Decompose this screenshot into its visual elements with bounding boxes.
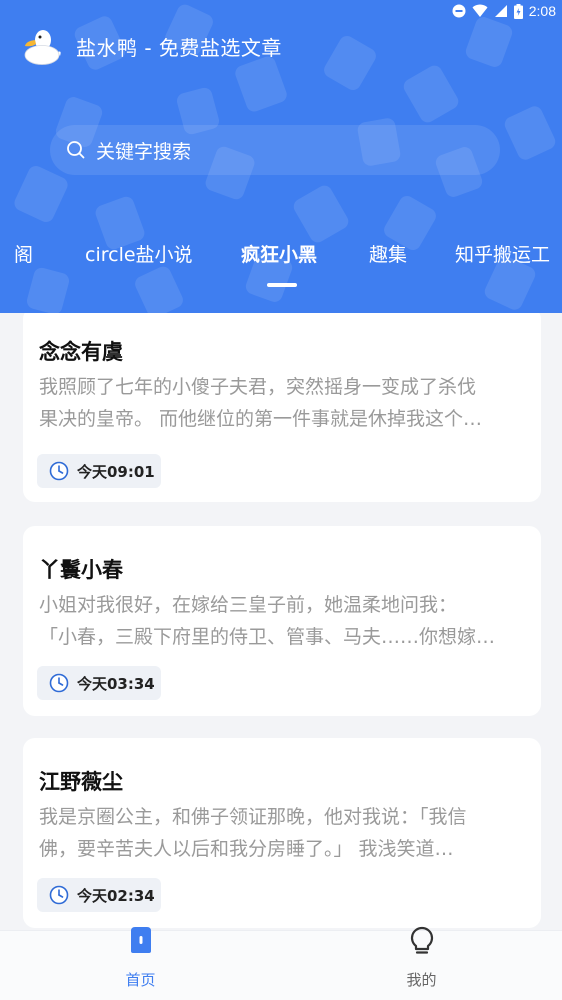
article-card[interactable]: 丫鬟小春 小姐对我很好，在嫁给三皇子前，她温柔地问我： 「小春，三殿下府里的侍卫… — [23, 526, 541, 716]
search-icon — [67, 141, 85, 159]
article-excerpt-line: 「小春，三殿下府里的侍卫、管事、马夫……你想嫁… — [39, 626, 496, 648]
status-bar: 2:08 — [0, 0, 562, 26]
lightbulb-icon — [410, 926, 433, 954]
time-badge: 今天09:01 — [37, 454, 161, 488]
article-excerpt-line: 我是京圈公主，和佛子领证那晚，他对我说：「我信 — [39, 806, 467, 828]
article-title: 念念有虞 — [39, 340, 123, 364]
wifi-icon — [472, 4, 488, 17]
time-text: 今天03:34 — [77, 674, 155, 693]
time-text: 今天09:01 — [77, 462, 155, 481]
tab-partial-first[interactable]: 阁 — [14, 240, 33, 267]
status-time: 2:08 — [528, 3, 556, 19]
article-excerpt-line: 小姐对我很好，在嫁给三皇子前，她温柔地问我： — [39, 594, 458, 616]
article-card[interactable]: 念念有虞 我照顾了七年的小傻子夫君，突然摇身一变成了杀伐 果决的皇帝。 而他继位… — [23, 313, 541, 502]
active-tab-indicator — [267, 283, 297, 287]
article-excerpt: 小姐对我很好，在嫁给三皇子前，她温柔地问我： 「小春，三殿下府里的侍卫、管事、马… — [39, 589, 527, 653]
article-excerpt-line: 果决的皇帝。 而他继位的第一件事就是休掉我这个… — [39, 408, 483, 430]
clock-icon — [49, 673, 69, 693]
app-title-row: 盐水鸭 - 免费盐选文章 — [22, 26, 282, 66]
duck-logo-icon — [24, 30, 61, 65]
clock-icon — [49, 461, 69, 481]
time-badge: 今天03:34 — [37, 666, 161, 700]
category-tabs: 阁 circle盐小说 疯狂小黑 趣集 知乎搬运工 — [0, 234, 562, 274]
nav-home[interactable]: 首页 — [0, 927, 281, 1000]
nav-mine[interactable]: 我的 — [281, 926, 562, 1000]
article-excerpt-line: 我照顾了七年的小傻子夫君，突然摇身一变成了杀伐 — [39, 376, 477, 398]
home-icon — [130, 927, 151, 953]
time-text: 今天02:34 — [77, 886, 155, 905]
tab-quji[interactable]: 趣集 — [369, 240, 407, 267]
nav-home-label: 首页 — [125, 971, 156, 989]
article-excerpt-line: 佛，要辛苦夫人以后和我分房睡了。」 我浅笑道… — [39, 838, 454, 860]
search-placeholder: 关键字搜索 — [96, 140, 192, 163]
article-excerpt: 我是京圈公主，和佛子领证那晚，他对我说：「我信 佛，要辛苦夫人以后和我分房睡了。… — [39, 801, 527, 865]
article-title: 丫鬟小春 — [39, 558, 123, 582]
header: 2:08 盐水鸭 - 免费盐选文章 关键字搜索 阁 circle盐小说 疯狂小黑… — [0, 0, 562, 313]
article-feed[interactable]: 念念有虞 我照顾了七年的小傻子夫君，突然摇身一变成了杀伐 果决的皇帝。 而他继位… — [0, 313, 562, 930]
tab-crazy-xiaohei[interactable]: 疯狂小黑 — [241, 240, 317, 267]
search-input[interactable]: 关键字搜索 — [50, 125, 500, 175]
app-title: 盐水鸭 - 免费盐选文章 — [76, 35, 282, 60]
do-not-disturb-icon — [452, 4, 466, 18]
nav-mine-label: 我的 — [406, 971, 437, 989]
article-title: 江野薇尘 — [39, 770, 123, 794]
clock-icon — [49, 885, 69, 905]
time-badge: 今天02:34 — [37, 878, 161, 912]
signal-icon — [494, 5, 507, 17]
tab-circle[interactable]: circle盐小说 — [85, 240, 193, 267]
bottom-nav: 首页 我的 — [0, 926, 562, 1000]
battery-icon — [513, 3, 523, 19]
tab-zhihu-banyun[interactable]: 知乎搬运工 — [455, 240, 550, 267]
article-card[interactable]: 江野薇尘 我是京圈公主，和佛子领证那晚，他对我说：「我信 佛，要辛苦夫人以后和我… — [23, 738, 541, 928]
article-excerpt: 我照顾了七年的小傻子夫君，突然摇身一变成了杀伐 果决的皇帝。 而他继位的第一件事… — [39, 371, 527, 435]
